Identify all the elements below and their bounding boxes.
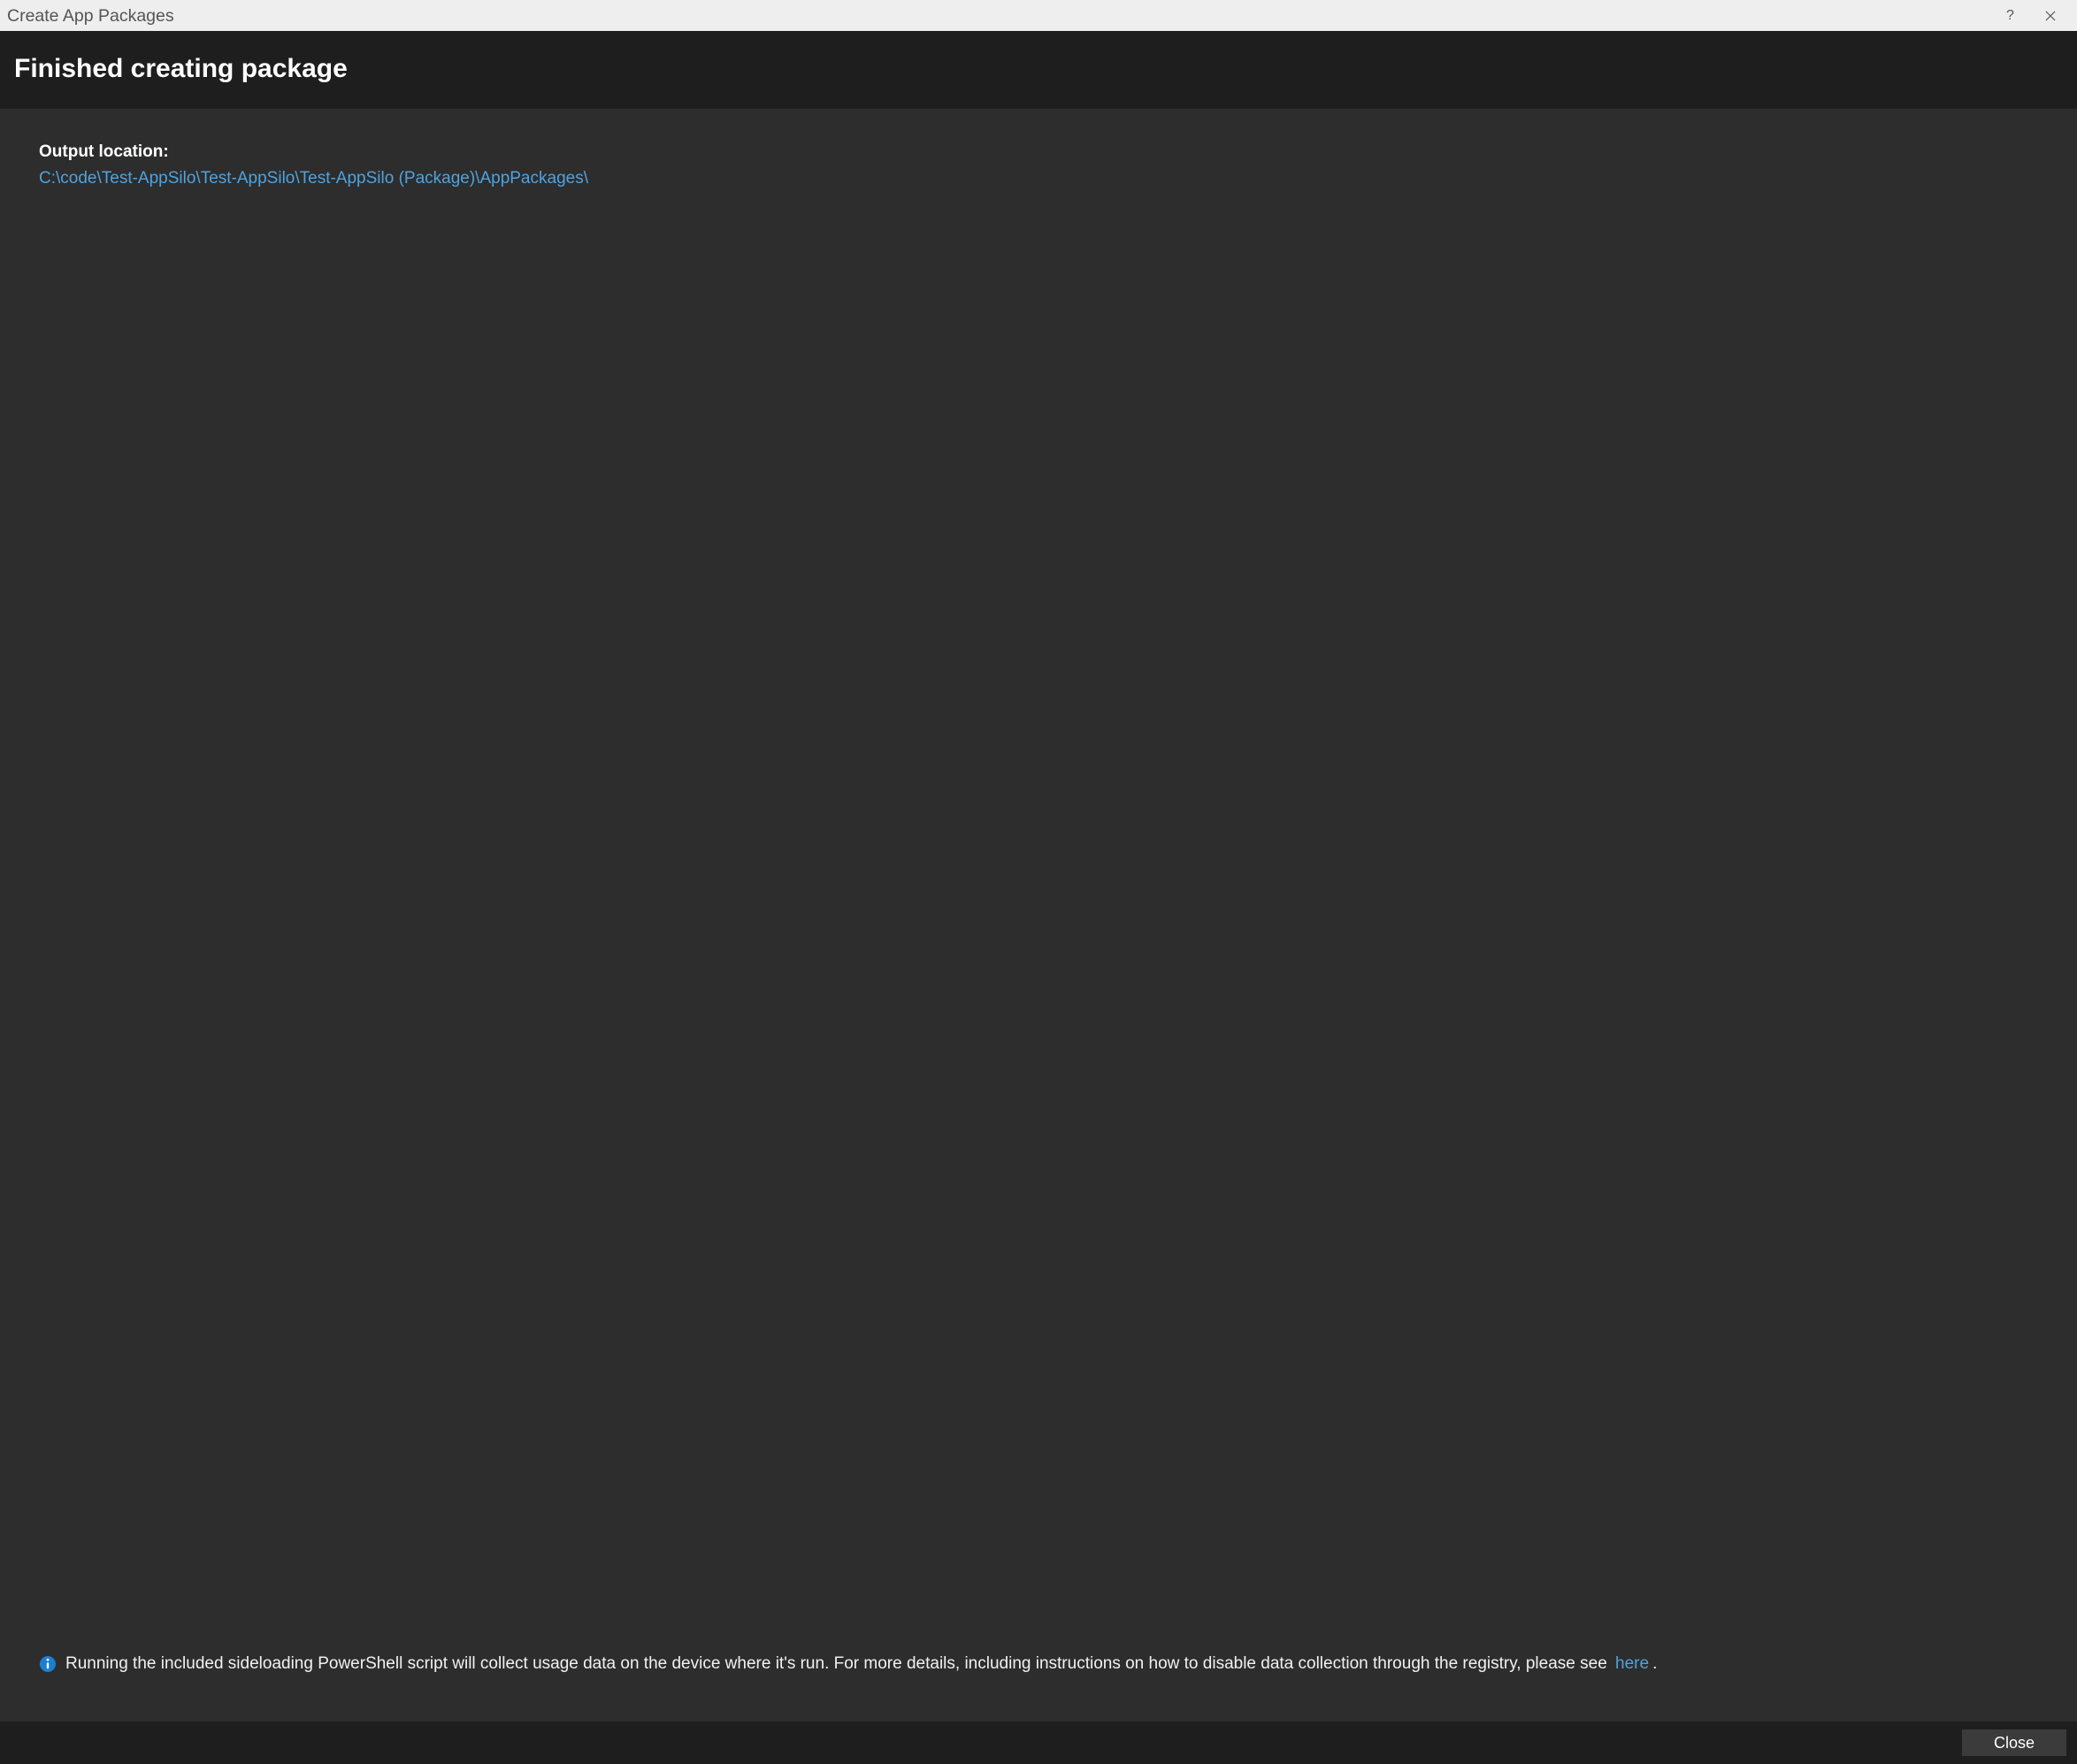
info-icon [39, 1655, 57, 1673]
info-text-after: . [1652, 1654, 1657, 1673]
output-location-link[interactable]: C:\code\Test-AppSilo\Test-AppSilo\Test-A… [39, 169, 2038, 188]
page-title: Finished creating package [14, 54, 2063, 84]
help-icon: ? [2006, 8, 2014, 24]
output-location-label: Output location: [39, 142, 2038, 162]
close-icon [2045, 11, 2056, 21]
info-text: Running the included sideloading PowerSh… [65, 1653, 2038, 1676]
dialog-content: Output location: C:\code\Test-AppSilo\Te… [0, 109, 2077, 1722]
close-button[interactable]: Close [1962, 1729, 2066, 1756]
dialog-window: Create App Packages ? Finished creating … [0, 0, 2077, 1764]
info-strip: Running the included sideloading PowerSh… [39, 1649, 2038, 1706]
window-title: Create App Packages [7, 5, 1990, 27]
help-button[interactable]: ? [1990, 0, 2030, 31]
info-link[interactable]: here [1612, 1654, 1652, 1673]
window-close-button[interactable] [2030, 0, 2070, 31]
content-spacer [39, 188, 2038, 1649]
dialog-footer: Close [0, 1722, 2077, 1764]
titlebar: Create App Packages ? [0, 0, 2077, 31]
info-text-before: Running the included sideloading PowerSh… [65, 1654, 1612, 1673]
dialog-header: Finished creating package [0, 31, 2077, 109]
